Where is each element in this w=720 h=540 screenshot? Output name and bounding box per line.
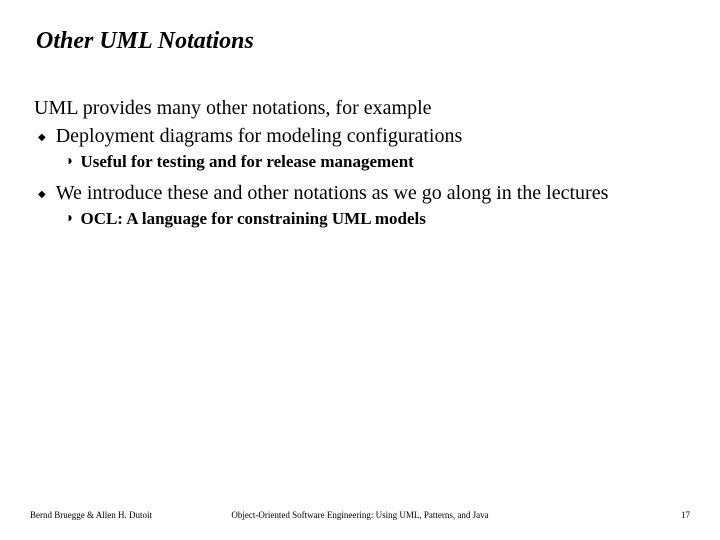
diamond-icon: ◆: [38, 132, 46, 143]
footer-book-title: Object-Oriented Software Engineering: Us…: [195, 510, 525, 520]
sub-bullet-item: ◗ Useful for testing and for release man…: [66, 151, 690, 173]
sub-bullet-item: ◗ OCL: A language for constraining UML m…: [66, 208, 690, 230]
footer-authors: Bernd Bruegge & Allen H. Dutoit: [30, 510, 195, 520]
footer-page-number: 17: [525, 510, 690, 520]
intro-text: UML provides many other notations, for e…: [34, 97, 690, 120]
bullet-text: Deployment diagrams for modeling configu…: [56, 124, 463, 149]
diamond-icon: ◆: [38, 189, 46, 200]
dot-icon: ◗: [66, 211, 74, 227]
bullet-item: ◆ Deployment diagrams for modeling confi…: [38, 124, 690, 149]
slide-title: Other UML Notations: [36, 28, 690, 55]
bullet-text: We introduce these and other notations a…: [56, 181, 609, 206]
footer: Bernd Bruegge & Allen H. Dutoit Object-O…: [30, 510, 690, 520]
dot-icon: ◗: [66, 154, 74, 170]
sub-bullet-text: OCL: A language for constraining UML mod…: [80, 208, 425, 230]
bullet-item: ◆ We introduce these and other notations…: [38, 181, 690, 206]
sub-bullet-text: Useful for testing and for release manag…: [80, 151, 413, 173]
